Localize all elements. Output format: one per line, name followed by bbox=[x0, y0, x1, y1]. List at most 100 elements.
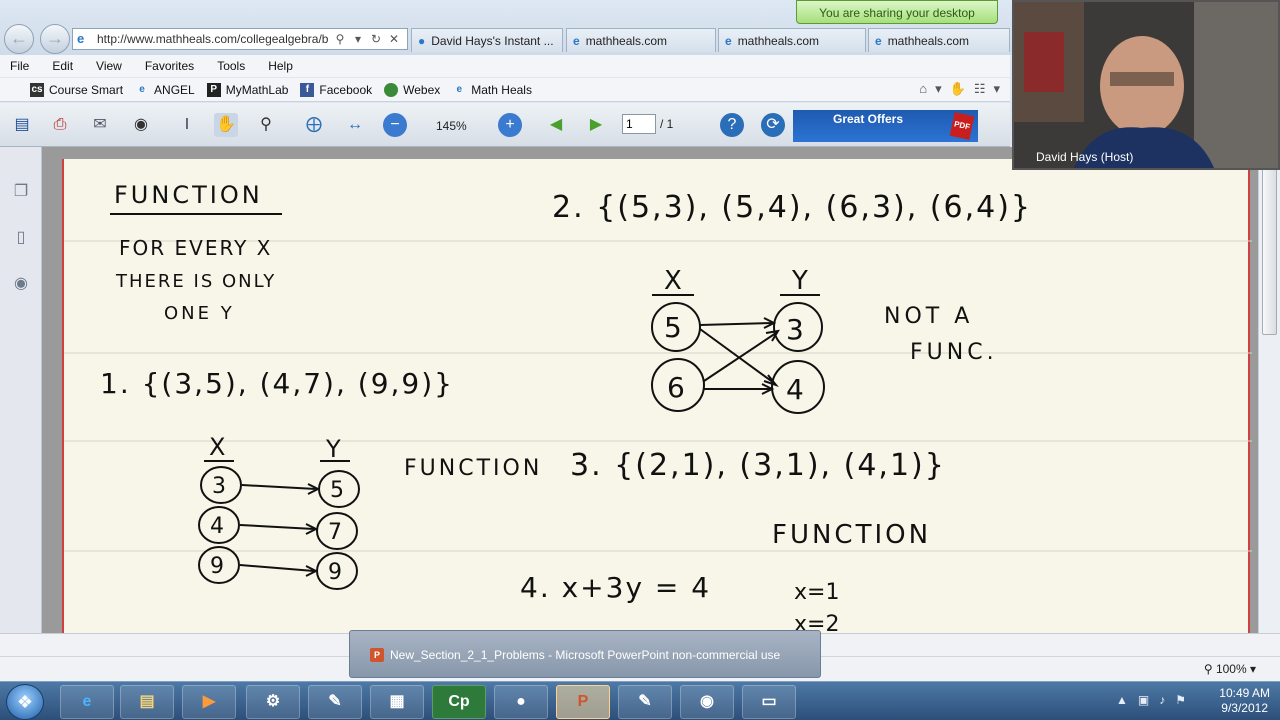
dropdown-icon[interactable]: ▾ bbox=[993, 81, 1000, 97]
command-bar: ⌂ ▾ ✋ ☷ ▾ bbox=[919, 81, 1000, 97]
status-zoom[interactable]: ⚲ 100% ▾ bbox=[1204, 662, 1256, 676]
next-page-icon[interactable]: ▶ bbox=[584, 113, 608, 137]
search-panel-icon[interactable]: ◉ bbox=[10, 273, 32, 295]
p1-x-3: 3 bbox=[212, 474, 226, 499]
taskbar-doc-app[interactable]: ▭ bbox=[742, 685, 796, 719]
sharing-banner[interactable]: You are sharing your desktop bbox=[796, 0, 998, 24]
p2-y-3: 3 bbox=[786, 313, 804, 346]
fav-facebook[interactable]: f Facebook bbox=[300, 82, 372, 97]
notes-page: FUNCTION FOR EVERY X THERE IS ONLY ONE Y… bbox=[62, 159, 1252, 633]
search-icon[interactable]: ⚲ bbox=[333, 32, 347, 46]
fit-width-icon[interactable]: ↔ bbox=[343, 113, 367, 137]
taskbar-captivate[interactable]: Cp bbox=[432, 685, 486, 719]
problem-3-answer: FUNCTION bbox=[772, 520, 931, 550]
problem-4: 4. x+3y = 4 bbox=[520, 571, 711, 604]
ie-icon: e bbox=[573, 33, 580, 48]
tab-mathheals-3[interactable]: e mathheals.com bbox=[868, 28, 1010, 52]
taskbar-powerpoint[interactable]: P bbox=[556, 685, 610, 719]
start-button[interactable]: ❖ bbox=[6, 684, 44, 720]
forward-button[interactable]: → bbox=[40, 24, 70, 54]
menu-tools[interactable]: Tools bbox=[217, 59, 245, 73]
problem-1-x-label: X bbox=[209, 433, 225, 461]
fav-course-smart[interactable]: cs Course Smart bbox=[30, 82, 123, 97]
clock[interactable]: 10:49 AM 9/3/2012 bbox=[1219, 686, 1270, 716]
menu-view[interactable]: View bbox=[96, 59, 122, 73]
vertical-scrollbar[interactable] bbox=[1258, 147, 1280, 633]
p1-y-9: 9 bbox=[328, 560, 342, 585]
clock-time: 10:49 AM bbox=[1219, 686, 1270, 700]
menu-edit[interactable]: Edit bbox=[52, 59, 73, 73]
tray-volume-icon[interactable]: ♪ bbox=[1159, 693, 1165, 707]
menu-file[interactable]: File bbox=[10, 59, 29, 73]
fav-label: Webex bbox=[403, 82, 441, 97]
zoom-out-icon[interactable]: − bbox=[383, 113, 407, 137]
taskbar-media-player[interactable]: ▶ bbox=[182, 685, 236, 719]
scroll-thumb[interactable] bbox=[1262, 167, 1277, 335]
taskbar-preview-popup[interactable]: P New_Section_2_1_Problems - Microsoft P… bbox=[349, 630, 821, 678]
fit-page-icon[interactable]: ⨁ bbox=[302, 113, 326, 137]
taskbar-tool-app[interactable]: ● bbox=[494, 685, 548, 719]
page-number-input[interactable]: 1 bbox=[622, 114, 656, 134]
great-offers-banner[interactable]: Great Offers PDF bbox=[793, 110, 978, 142]
pages-panel-icon[interactable]: ❐ bbox=[10, 181, 32, 203]
zoom-level[interactable]: 145% bbox=[436, 119, 467, 133]
problem-2-answer-1: NOT A bbox=[884, 304, 973, 329]
document-view[interactable]: FUNCTION FOR EVERY X THERE IS ONLY ONE Y… bbox=[42, 147, 1258, 633]
tab-mathheals-1[interactable]: e mathheals.com bbox=[566, 28, 716, 52]
address-bar[interactable]: e http://www.mathheals.com/collegealgebr… bbox=[72, 28, 408, 50]
fav-webex[interactable]: Webex bbox=[384, 82, 441, 97]
tray-flag-icon[interactable]: ⚑ bbox=[1175, 693, 1186, 707]
tab-mathheals-2[interactable]: e mathheals.com bbox=[718, 28, 866, 52]
stop-icon[interactable]: ✕ bbox=[387, 32, 401, 46]
ie-icon: e bbox=[725, 33, 732, 48]
address-text[interactable]: http://www.mathheals.com/collegealgebra/… bbox=[97, 32, 329, 46]
tray-arrow-icon[interactable]: ▲ bbox=[1116, 693, 1128, 707]
fav-label: ANGEL bbox=[154, 82, 195, 97]
p-icon: P bbox=[206, 82, 221, 97]
print-icon[interactable]: ⎙ bbox=[48, 113, 72, 137]
hand-icon[interactable]: ✋ bbox=[950, 81, 966, 97]
powerpoint-icon: P bbox=[370, 648, 384, 662]
email-icon[interactable]: ✉ bbox=[88, 113, 112, 137]
facebook-icon: f bbox=[300, 82, 315, 97]
taskbar-pen-app[interactable]: ✎ bbox=[308, 685, 362, 719]
taskbar-explorer-folder[interactable]: ▤ bbox=[120, 685, 174, 719]
definition-line-3: ONE Y bbox=[164, 303, 235, 324]
zoom-in-icon[interactable]: + bbox=[498, 113, 522, 137]
previous-page-icon[interactable]: ◀ bbox=[544, 113, 568, 137]
dropdown-icon[interactable]: ▾ bbox=[935, 81, 942, 97]
home-icon[interactable]: ⌂ bbox=[919, 81, 927, 97]
offers-label: Great Offers bbox=[833, 112, 904, 126]
dropdown-icon[interactable]: ▾ bbox=[351, 32, 365, 46]
save-icon[interactable]: ▤ bbox=[10, 113, 34, 137]
back-button[interactable]: ← bbox=[4, 24, 34, 54]
bookmarks-panel-icon[interactable]: ▯ bbox=[10, 227, 32, 249]
zoom-tool-icon[interactable]: ⚲ bbox=[254, 113, 278, 137]
taskbar-network-app[interactable]: ⚙ bbox=[246, 685, 300, 719]
webcam-video: David Hays (Host) bbox=[1012, 0, 1280, 170]
tray-network-icon[interactable]: ▣ bbox=[1138, 693, 1149, 707]
fav-mymathlab[interactable]: P MyMathLab bbox=[206, 82, 288, 97]
help-icon[interactable]: ? bbox=[720, 113, 744, 137]
popup-title: New_Section_2_1_Problems - Microsoft Pow… bbox=[390, 648, 781, 662]
fav-angel[interactable]: e ANGEL bbox=[135, 82, 195, 97]
taskbar-internet-explorer[interactable]: e bbox=[60, 685, 114, 719]
fav-math-heals[interactable]: e Math Heals bbox=[452, 83, 531, 97]
feed-icon[interactable]: ☷ bbox=[974, 81, 986, 97]
taskbar-pen-app-2[interactable]: ✎ bbox=[618, 685, 672, 719]
taskbar-paint[interactable]: ◉ bbox=[680, 685, 734, 719]
ie-icon: e bbox=[875, 33, 882, 48]
update-icon[interactable]: ⟳ bbox=[761, 113, 785, 137]
p1-x-4: 4 bbox=[210, 514, 224, 539]
refresh-icon[interactable]: ↻ bbox=[369, 32, 383, 46]
menu-help[interactable]: Help bbox=[268, 59, 293, 73]
problem-4-work-1: x=1 bbox=[794, 580, 839, 605]
taskbar-box-app[interactable]: ▦ bbox=[370, 685, 424, 719]
hand-tool-icon[interactable]: ✋ bbox=[214, 113, 238, 137]
menu-favorites[interactable]: Favorites bbox=[145, 59, 194, 73]
tab-instant[interactable]: ● David Hays's Instant ... bbox=[411, 28, 563, 52]
problem-2-y-label: Y bbox=[791, 266, 808, 296]
ie-page-icon: e bbox=[456, 83, 463, 95]
select-text-icon[interactable]: I bbox=[175, 113, 199, 137]
find-icon[interactable]: ◉ bbox=[129, 113, 153, 137]
